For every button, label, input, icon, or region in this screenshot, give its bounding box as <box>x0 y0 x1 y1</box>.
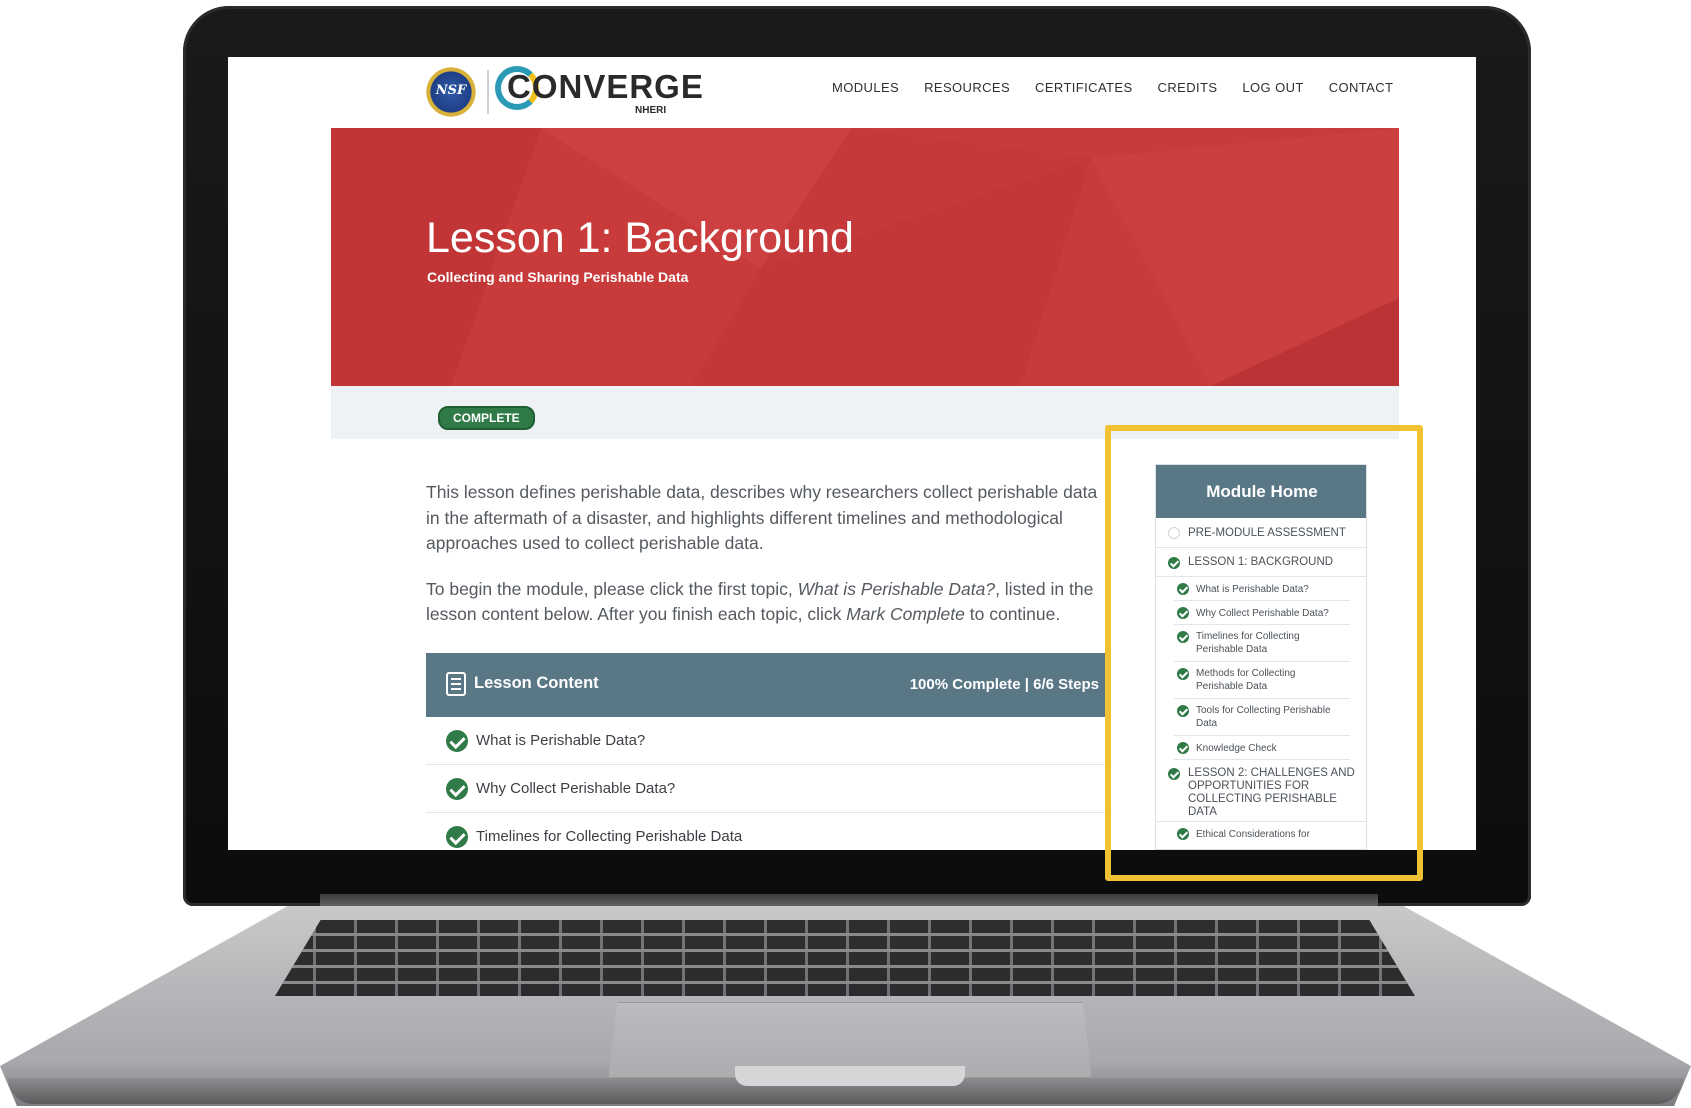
lesson-topic-label: What is Perishable Data? <box>476 732 646 749</box>
first-topic-reference: What is Perishable Data? <box>797 578 996 599</box>
lesson-content-title: Lesson Content <box>474 674 599 692</box>
lesson-topic-row[interactable]: What is Perishable Data? <box>426 717 1111 765</box>
intro-paragraph-2: To begin the module, please click the fi… <box>426 577 1101 628</box>
laptop-opening-notch <box>735 1066 965 1086</box>
nsf-seal-text: NSF <box>435 83 467 98</box>
brand-name: CONVERGE <box>507 68 704 105</box>
logo-divider <box>487 70 489 114</box>
check-circle-icon <box>446 730 468 752</box>
product-mockup: NSF CONVERGE NHERI MODULES RESOURCES CER… <box>0 0 1691 1108</box>
lesson-content-header[interactable]: Lesson Content 100% Complete | 6/6 Steps <box>426 653 1111 717</box>
intro-text-a: To begin the module, please click the fi… <box>426 578 798 599</box>
lesson-hero-banner: Lesson 1: Background Collecting and Shar… <box>331 128 1399 386</box>
nav-contact[interactable]: CONTACT <box>1329 80 1394 95</box>
nav-certificates[interactable]: CERTIFICATES <box>1035 80 1133 95</box>
sidebar-highlight-frame <box>1105 425 1423 881</box>
mark-complete-reference: Mark Complete <box>846 604 965 624</box>
lesson-title: Lesson 1: Background <box>426 214 854 262</box>
intro-text-c: to continue. <box>964 604 1061 624</box>
lesson-intro: This lesson defines perishable data, des… <box>426 480 1101 648</box>
nsf-seal-icon: NSF <box>425 66 477 118</box>
lesson-content-document-icon <box>446 672 466 696</box>
brand-subname: NHERI <box>635 105 667 116</box>
lesson-topic-row[interactable]: Timelines for Collecting Perishable Data <box>426 813 1111 850</box>
module-subtitle: Collecting and Sharing Perishable Data <box>427 269 689 285</box>
nav-resources[interactable]: RESOURCES <box>924 80 1010 95</box>
laptop-base <box>0 906 1691 1106</box>
nav-modules[interactable]: MODULES <box>832 80 899 95</box>
nav-credits[interactable]: CREDITS <box>1158 80 1218 95</box>
lesson-topic-label: Why Collect Perishable Data? <box>476 780 676 797</box>
lesson-topic-label: Timelines for Collecting Perishable Data <box>476 828 743 845</box>
status-badge: COMPLETE <box>438 406 535 430</box>
check-circle-icon <box>446 778 468 800</box>
site-header: NSF CONVERGE NHERI MODULES RESOURCES CER… <box>331 57 1399 128</box>
converge-logo[interactable]: NSF CONVERGE NHERI <box>425 64 703 118</box>
intro-paragraph-1: This lesson defines perishable data, des… <box>426 482 1098 553</box>
nav-log-out[interactable]: LOG OUT <box>1242 80 1303 95</box>
lesson-progress-text: 100% Complete | 6/6 Steps <box>909 676 1099 693</box>
main-nav: MODULES RESOURCES CERTIFICATES CREDITS L… <box>832 80 1393 95</box>
keyboard-rows <box>275 920 1415 996</box>
lesson-topic-row[interactable]: Why Collect Perishable Data? <box>426 765 1111 813</box>
check-circle-icon <box>446 826 468 848</box>
